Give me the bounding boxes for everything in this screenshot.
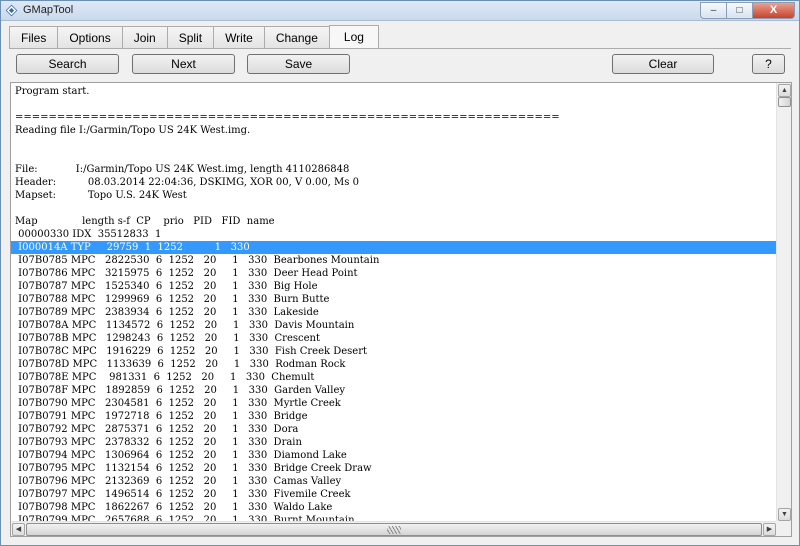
tab-bar: Files Options Join Split Write Change Lo…: [9, 25, 379, 49]
window-title: GMapTool: [23, 4, 74, 16]
log-line[interactable]: I07B0793 MPC 2378332 6 1252 20 1 330 Dra…: [11, 436, 777, 449]
scrollbar-corner: [776, 521, 791, 536]
log-line[interactable]: [11, 202, 777, 215]
title-bar[interactable]: GMapTool – □ X: [1, 1, 799, 21]
log-line[interactable]: Program start.: [11, 85, 777, 98]
log-line[interactable]: I07B0797 MPC 1496514 6 1252 20 1 330 Fiv…: [11, 488, 777, 501]
vertical-scroll-thumb[interactable]: [778, 97, 791, 107]
scroll-down-icon[interactable]: ▼: [778, 508, 791, 521]
log-panel: Program start. ==========================…: [10, 82, 792, 537]
gmaptool-window: GMapTool – □ X Files Options Join Split …: [0, 0, 800, 546]
log-toolbar: Search Next Save Clear ?: [1, 54, 799, 76]
scroll-right-icon[interactable]: ▶: [763, 523, 776, 536]
log-line[interactable]: I07B0789 MPC 2383934 6 1252 20 1 330 Lak…: [11, 306, 777, 319]
tab-log[interactable]: Log: [328, 25, 379, 49]
log-line[interactable]: File: I:/Garmin/Topo US 24K West.img, le…: [11, 163, 777, 176]
log-line[interactable]: I07B0787 MPC 1525340 6 1252 20 1 330 Big…: [11, 280, 777, 293]
help-button[interactable]: ?: [752, 54, 785, 74]
log-line[interactable]: I07B078A MPC 1134572 6 1252 20 1 330 Dav…: [11, 319, 777, 332]
log-line-selected[interactable]: I000014A TYP 29759 1 1252 1 330: [11, 241, 777, 254]
log-line[interactable]: [11, 137, 777, 150]
clear-button[interactable]: Clear: [612, 54, 714, 74]
horizontal-scrollbar[interactable]: ◀ ▶: [11, 521, 777, 536]
log-line[interactable]: I07B0790 MPC 2304581 6 1252 20 1 330 Myr…: [11, 397, 777, 410]
log-line[interactable]: I07B078F MPC 1892859 6 1252 20 1 330 Gar…: [11, 384, 777, 397]
tab-join[interactable]: Join: [121, 26, 168, 49]
log-line[interactable]: I07B0788 MPC 1299969 6 1252 20 1 330 Bur…: [11, 293, 777, 306]
minimize-button[interactable]: –: [700, 2, 726, 19]
log-line[interactable]: I07B0796 MPC 2132369 6 1252 20 1 330 Cam…: [11, 475, 777, 488]
log-line[interactable]: I07B0786 MPC 3215975 6 1252 20 1 330 Dee…: [11, 267, 777, 280]
log-line[interactable]: I07B0794 MPC 1306964 6 1252 20 1 330 Dia…: [11, 449, 777, 462]
log-line[interactable]: [11, 98, 777, 111]
scroll-up-icon[interactable]: ▲: [778, 84, 791, 97]
log-line[interactable]: I07B078C MPC 1916229 6 1252 20 1 330 Fis…: [11, 345, 777, 358]
search-button[interactable]: Search: [16, 54, 119, 74]
log-line[interactable]: 00000330 IDX 35512833 1: [11, 228, 777, 241]
log-line[interactable]: I07B0795 MPC 1132154 6 1252 20 1 330 Bri…: [11, 462, 777, 475]
vertical-scrollbar[interactable]: ▲ ▼: [776, 83, 791, 522]
log-line[interactable]: Reading file I:/Garmin/Topo US 24K West.…: [11, 124, 777, 137]
scroll-left-icon[interactable]: ◀: [12, 523, 25, 536]
app-diamond-icon: [5, 4, 18, 17]
log-line[interactable]: Header: 08.03.2014 22:04:36, DSKIMG, XOR…: [11, 176, 777, 189]
maximize-button[interactable]: □: [726, 2, 752, 19]
log-line[interactable]: I07B078D MPC 1133639 6 1252 20 1 330 Rod…: [11, 358, 777, 371]
log-line[interactable]: I07B0798 MPC 1862267 6 1252 20 1 330 Wal…: [11, 501, 777, 514]
next-button[interactable]: Next: [132, 54, 235, 74]
log-line[interactable]: [11, 150, 777, 163]
tab-split[interactable]: Split: [166, 26, 215, 49]
log-line[interactable]: I07B078B MPC 1298243 6 1252 20 1 330 Cre…: [11, 332, 777, 345]
tab-change[interactable]: Change: [263, 26, 330, 49]
log-line[interactable]: ========================================…: [11, 111, 777, 124]
log-line[interactable]: I07B0792 MPC 2875371 6 1252 20 1 330 Dor…: [11, 423, 777, 436]
log-line[interactable]: I07B0785 MPC 2822530 6 1252 20 1 330 Bea…: [11, 254, 777, 267]
log-text-area[interactable]: Program start. ==========================…: [11, 83, 777, 522]
tab-options[interactable]: Options: [57, 26, 123, 49]
log-line[interactable]: I07B0791 MPC 1972718 6 1252 20 1 330 Bri…: [11, 410, 777, 423]
horizontal-scroll-thumb[interactable]: [26, 523, 762, 536]
tab-files[interactable]: Files: [9, 26, 59, 49]
log-line[interactable]: I07B078E MPC 981331 6 1252 20 1 330 Chem…: [11, 371, 777, 384]
log-line[interactable]: Mapset: Topo U.S. 24K West: [11, 189, 777, 202]
log-line[interactable]: Map length s-f CP prio PID FID name: [11, 215, 777, 228]
tab-write[interactable]: Write: [213, 26, 265, 49]
tab-divider: [9, 48, 791, 49]
scroll-grip-icon: [387, 526, 401, 534]
window-controls: – □ X: [700, 2, 795, 19]
save-button[interactable]: Save: [247, 54, 350, 74]
close-button[interactable]: X: [752, 2, 795, 19]
